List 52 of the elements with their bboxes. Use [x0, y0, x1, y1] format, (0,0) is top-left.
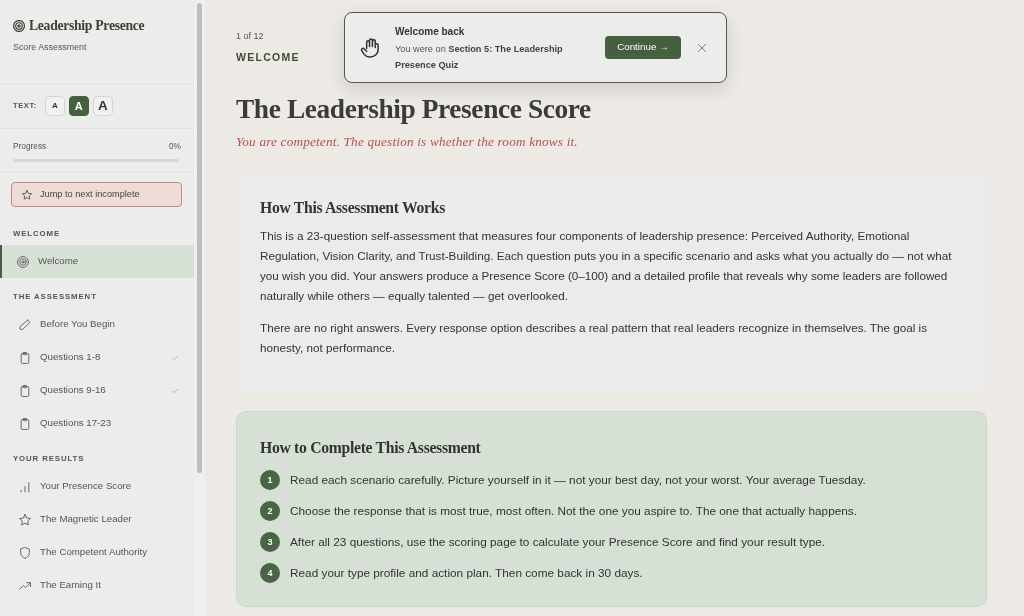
star-icon	[19, 513, 31, 526]
nav-item[interactable]: The Competent Authority	[0, 536, 194, 569]
nav-item[interactable]: Questions 17-23	[0, 407, 194, 440]
toast-message: You were on Section 5: The Leadership Presence Quiz	[395, 42, 564, 72]
card-paragraph: This is a 23-question self-assessment that measures four components of leadership presence: Perceived Authority, Emotional Regulation, Vision Clarity, and Trust-Building. Each question puts you in a specific scenario and asks what you actually do — not what you wish you did. Your answers produce a Presence Score (0–100) and a detailed profile that reveals why some leaders are followed naturally while others — equally talented — get overlooked.	[260, 228, 953, 304]
shield-icon	[19, 546, 31, 559]
card-heading: How This Assessment Works	[260, 198, 445, 218]
tagline: You are competent. The question is whether the room knows it.	[236, 133, 578, 151]
step-counter: 1 of 12	[236, 30, 264, 42]
step-number: 3	[260, 532, 280, 552]
brand-title: Leadership Presence	[29, 17, 145, 35]
clipboard-icon	[19, 417, 31, 430]
close-button[interactable]	[697, 42, 707, 53]
nav-item[interactable]: Before You Begin	[0, 308, 194, 341]
step-number: 1	[260, 470, 280, 490]
step-number: 4	[260, 563, 280, 583]
jump-button[interactable]: Jump to next incomplete	[11, 182, 182, 207]
text-size-button[interactable]: A	[44, 96, 65, 116]
target-icon	[13, 20, 25, 32]
progress-percent: 0%	[169, 141, 181, 152]
nav-item[interactable]: Questions 9-16	[0, 374, 194, 407]
step-text: After all 23 questions, use the scoring page to calculate your Presence Score and find your result type.	[290, 534, 826, 551]
star-icon	[22, 189, 32, 200]
clipboard-icon	[19, 384, 31, 397]
trend-up-icon	[19, 579, 31, 592]
continue-button[interactable]: Continue →	[605, 36, 681, 59]
section-label: WELCOME	[236, 50, 300, 64]
bar-chart-icon	[19, 480, 31, 493]
scrollbar-track[interactable]	[194, 0, 205, 616]
nav-item[interactable]: Your Presence Score	[0, 470, 194, 503]
card-heading: How to Complete This Assessment	[260, 438, 481, 458]
step-text: Choose the response that is most true, most often. Not the one you aspire to. The one that actually happens.	[290, 503, 858, 520]
clipboard-icon	[19, 351, 31, 364]
pencil-icon	[19, 318, 31, 331]
nav-item[interactable]: Welcome	[0, 245, 194, 278]
nav-item[interactable]: The Earning It	[0, 569, 194, 602]
brand-subtitle: Score Assessment	[13, 41, 87, 54]
toast-title: Welcome back	[395, 24, 465, 39]
card-paragraph: There are no right answers. Every response option describes a real pattern that real leaders recognize in themselves. The goal is honesty, not performance.	[260, 320, 928, 356]
page-title: The Leadership Presence Score	[236, 93, 591, 126]
step-text: Read each scenario carefully. Picture yourself in it — not your best day, not your worst. Your average Tuesday.	[290, 472, 866, 489]
text-size-button[interactable]: A	[68, 96, 89, 116]
step-text: Read your type profile and action plan. Then come back in 30 days.	[290, 565, 643, 582]
step-number: 2	[260, 501, 280, 521]
target-icon	[17, 255, 29, 268]
nav-item[interactable]: Questions 1-8	[0, 341, 194, 374]
scrollbar-thumb[interactable]	[197, 3, 202, 473]
nav-item[interactable]: The Magnetic Leader	[0, 503, 194, 536]
progress-label: Progress	[13, 141, 47, 152]
text-size-button[interactable]: A	[92, 96, 113, 116]
hand-icon	[360, 36, 381, 59]
close-icon	[697, 42, 707, 53]
